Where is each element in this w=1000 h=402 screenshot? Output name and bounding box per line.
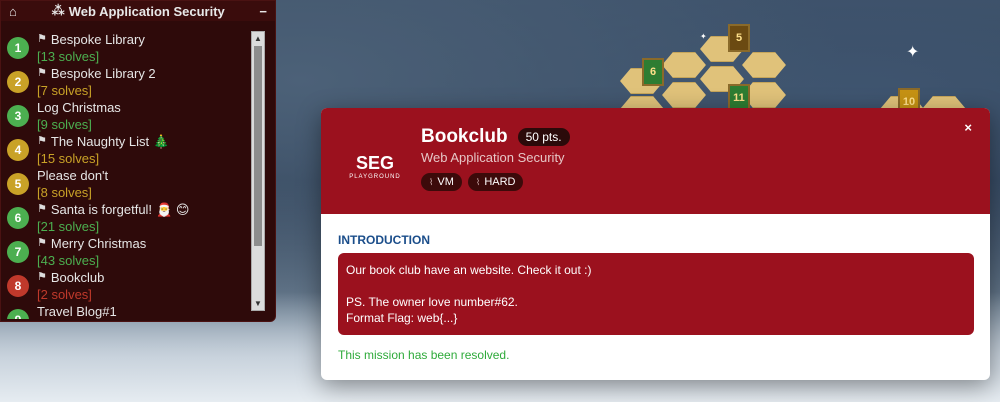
challenge-number-badge: 4 bbox=[7, 139, 29, 161]
challenge-title: Santa is forgetful! bbox=[50, 202, 153, 217]
resolved-status: This mission has been resolved. bbox=[338, 348, 510, 362]
emoji-icon: 🎅 😊 bbox=[156, 202, 190, 217]
scroll-up-icon[interactable]: ▲ bbox=[254, 34, 262, 43]
challenge-title: Bespoke Library bbox=[50, 32, 145, 47]
sparkle-icon: ✦ bbox=[906, 44, 920, 61]
challenge-solves: [15 solves] bbox=[37, 151, 100, 166]
flag-icon: ⚑ bbox=[37, 135, 47, 147]
challenge-title: Please don't bbox=[37, 168, 109, 183]
logo-subtext: PLAYGROUND bbox=[349, 173, 401, 180]
challenge-item[interactable]: 8 ⚑ Bookclub [2 solves] bbox=[7, 269, 257, 303]
challenge-item[interactable]: 1 ⚑ Bespoke Library [13 solves] bbox=[7, 31, 257, 65]
challenge-number-badge: 8 bbox=[7, 275, 29, 297]
challenge-title: Bespoke Library 2 bbox=[50, 66, 156, 81]
panel-title: ⁂ Web Application Security bbox=[51, 3, 224, 19]
challenge-item[interactable]: 4 ⚑ The Naughty List 🎄 [15 solves] bbox=[7, 133, 257, 167]
challenge-list: 1 ⚑ Bespoke Library [13 solves] 2 ⚑ Bespok… bbox=[7, 31, 257, 319]
flag-icon: ⚑ bbox=[37, 203, 47, 215]
collapse-button[interactable]: − bbox=[259, 4, 267, 19]
tag-badge: ⌇ VM bbox=[421, 173, 462, 191]
challenge-number-badge: 6 bbox=[7, 207, 29, 229]
scroll-down-icon[interactable]: ▼ bbox=[254, 299, 262, 308]
challenge-title: Bookclub bbox=[421, 126, 508, 147]
challenge-category: Web Application Security bbox=[421, 150, 565, 165]
sparkle-icon: ✦ bbox=[700, 32, 707, 41]
challenge-item[interactable]: 9 Travel Blog#1 bbox=[7, 303, 257, 319]
intro-line: Format Flag: web{...} bbox=[346, 311, 458, 325]
intro-line bbox=[346, 278, 966, 294]
home-icon[interactable]: ⌂ bbox=[9, 4, 17, 19]
challenge-solves: [43 solves] bbox=[37, 253, 100, 268]
scrollbar-thumb[interactable] bbox=[254, 46, 262, 246]
challenge-banner[interactable]: 5 bbox=[728, 24, 750, 52]
logo-text: SEG bbox=[355, 152, 394, 173]
challenge-item[interactable]: 5 Please don't [8 solves] bbox=[7, 167, 257, 201]
tag-badge: ⌇ HARD bbox=[467, 173, 524, 191]
challenge-title: Bookclub bbox=[50, 270, 105, 285]
panel-scrollbar[interactable]: ▲ ▼ bbox=[251, 31, 265, 311]
challenge-solves: [9 solves] bbox=[37, 117, 92, 132]
challenge-title: The Naughty List bbox=[50, 134, 150, 149]
tag-label: HARD bbox=[484, 176, 516, 188]
challenge-title: Merry Christmas bbox=[50, 236, 147, 251]
flag-icon: ⚑ bbox=[37, 237, 47, 249]
challenge-number-badge: 1 bbox=[7, 37, 29, 59]
category-panel: ⌂ ⁂ Web Application Security − 1 ⚑ Bespok… bbox=[0, 0, 276, 322]
challenge-number-badge: 2 bbox=[7, 71, 29, 93]
challenge-solves: [13 solves] bbox=[37, 49, 100, 64]
tag-icon: ⌇ bbox=[475, 176, 481, 187]
seg-playground-logo: SEG PLAYGROUND bbox=[341, 148, 409, 184]
flag-icon: ⚑ bbox=[37, 33, 47, 45]
tree-emoji-icon: 🎄 bbox=[153, 134, 170, 149]
flag-icon: ⚑ bbox=[37, 271, 47, 283]
panel-header: ⌂ ⁂ Web Application Security − bbox=[1, 1, 275, 21]
challenge-item[interactable]: 3 Log Christmas [9 solves] bbox=[7, 99, 257, 133]
tag-label: VM bbox=[437, 176, 454, 188]
intro-line: Our book club have an website. Check it … bbox=[346, 263, 592, 277]
flag-icon: ⚑ bbox=[37, 67, 47, 79]
challenge-item[interactable]: 6 ⚑ Santa is forgetful! 🎅 😊 [21 solves] bbox=[7, 201, 257, 235]
challenge-title: Travel Blog#1 bbox=[37, 304, 117, 319]
hierarchy-icon: ⁂ bbox=[51, 3, 65, 18]
challenge-solves: [2 solves] bbox=[37, 287, 92, 302]
challenge-solves: [7 solves] bbox=[37, 83, 92, 98]
panel-title-text: Web Application Security bbox=[68, 3, 225, 19]
modal-header: SEG PLAYGROUND Bookclub 50 pts. Web Appl… bbox=[321, 108, 990, 214]
challenge-number-badge: 9 bbox=[7, 309, 29, 319]
introduction-box: Our book club have an website. Check it … bbox=[338, 253, 974, 335]
challenge-number-badge: 7 bbox=[7, 241, 29, 263]
introduction-heading: INTRODUCTION bbox=[338, 233, 430, 247]
challenge-solves: [21 solves] bbox=[37, 219, 100, 234]
challenge-modal: SEG PLAYGROUND Bookclub 50 pts. Web Appl… bbox=[321, 108, 990, 380]
challenge-item[interactable]: 7 ⚑ Merry Christmas [43 solves] bbox=[7, 235, 257, 269]
challenge-title: Log Christmas bbox=[37, 100, 121, 115]
close-button[interactable]: × bbox=[964, 120, 972, 135]
points-badge: 50 pts. bbox=[517, 128, 570, 146]
intro-line: PS. The owner love number#62. bbox=[346, 295, 518, 309]
tag-list: ⌇ VM ⌇ HARD bbox=[421, 173, 524, 191]
challenge-number-badge: 3 bbox=[7, 105, 29, 127]
challenge-item[interactable]: 2 ⚑ Bespoke Library 2 [7 solves] bbox=[7, 65, 257, 99]
challenge-number-badge: 5 bbox=[7, 173, 29, 195]
challenge-banner[interactable]: 6 bbox=[642, 58, 664, 86]
challenge-solves: [8 solves] bbox=[37, 185, 92, 200]
tag-icon: ⌇ bbox=[429, 176, 434, 187]
